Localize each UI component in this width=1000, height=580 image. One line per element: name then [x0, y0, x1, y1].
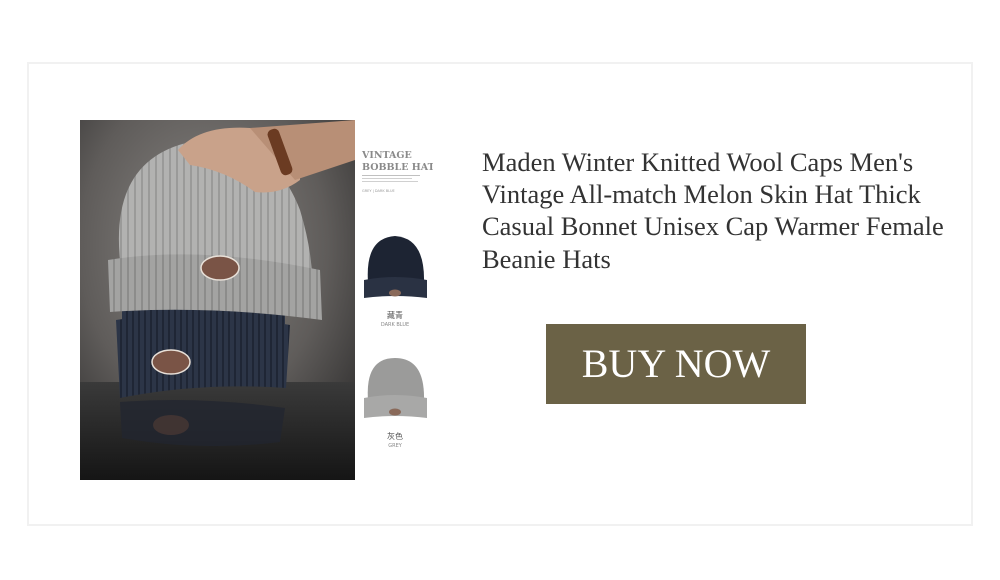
- variant-grey-cn: 灰色: [387, 431, 403, 441]
- variant-dark-blue-en: DARK BLUE: [381, 322, 409, 328]
- product-image[interactable]: VINTAGE BOBBLE HAT GREY | DARK BLUE 藏青 D…: [80, 120, 433, 480]
- image-variants-caption: GREY | DARK BLUE: [362, 189, 395, 193]
- variant-grey-en: GREY: [388, 443, 403, 449]
- image-heading-line1: VINTAGE: [361, 150, 412, 161]
- image-heading-line2: BOBBLE HAT: [362, 162, 433, 173]
- buy-now-button[interactable]: BUY NOW: [546, 324, 806, 404]
- variant-dark-blue-cn: 藏青: [387, 310, 403, 320]
- product-title[interactable]: Maden Winter Knitted Wool Caps Men's Vin…: [482, 146, 952, 275]
